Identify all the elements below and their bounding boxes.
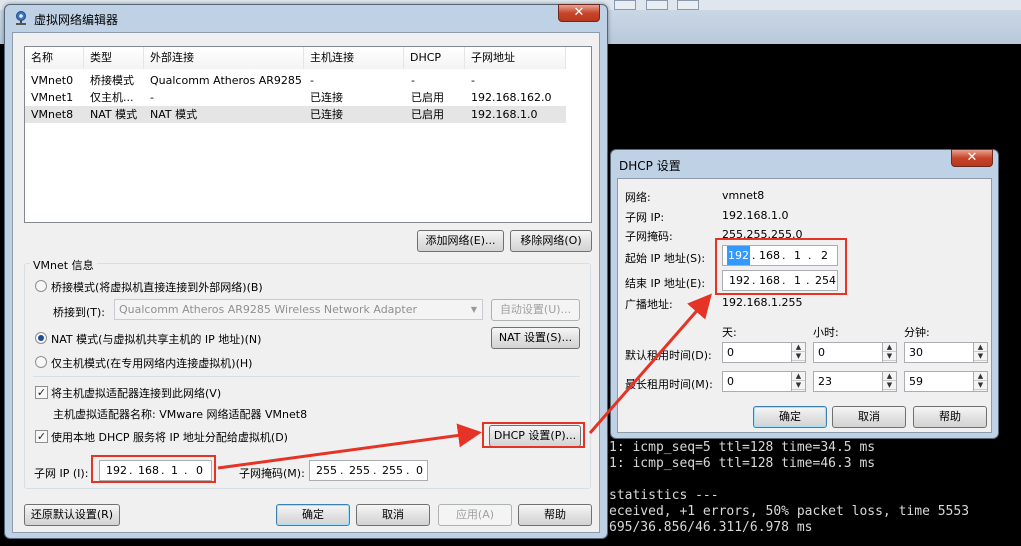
- annotation-arrow-to-dhcp-button: [217, 423, 482, 470]
- annotation-arrow-to-dhcp-range: [588, 293, 712, 434]
- annotation-arrows: [217, 293, 712, 470]
